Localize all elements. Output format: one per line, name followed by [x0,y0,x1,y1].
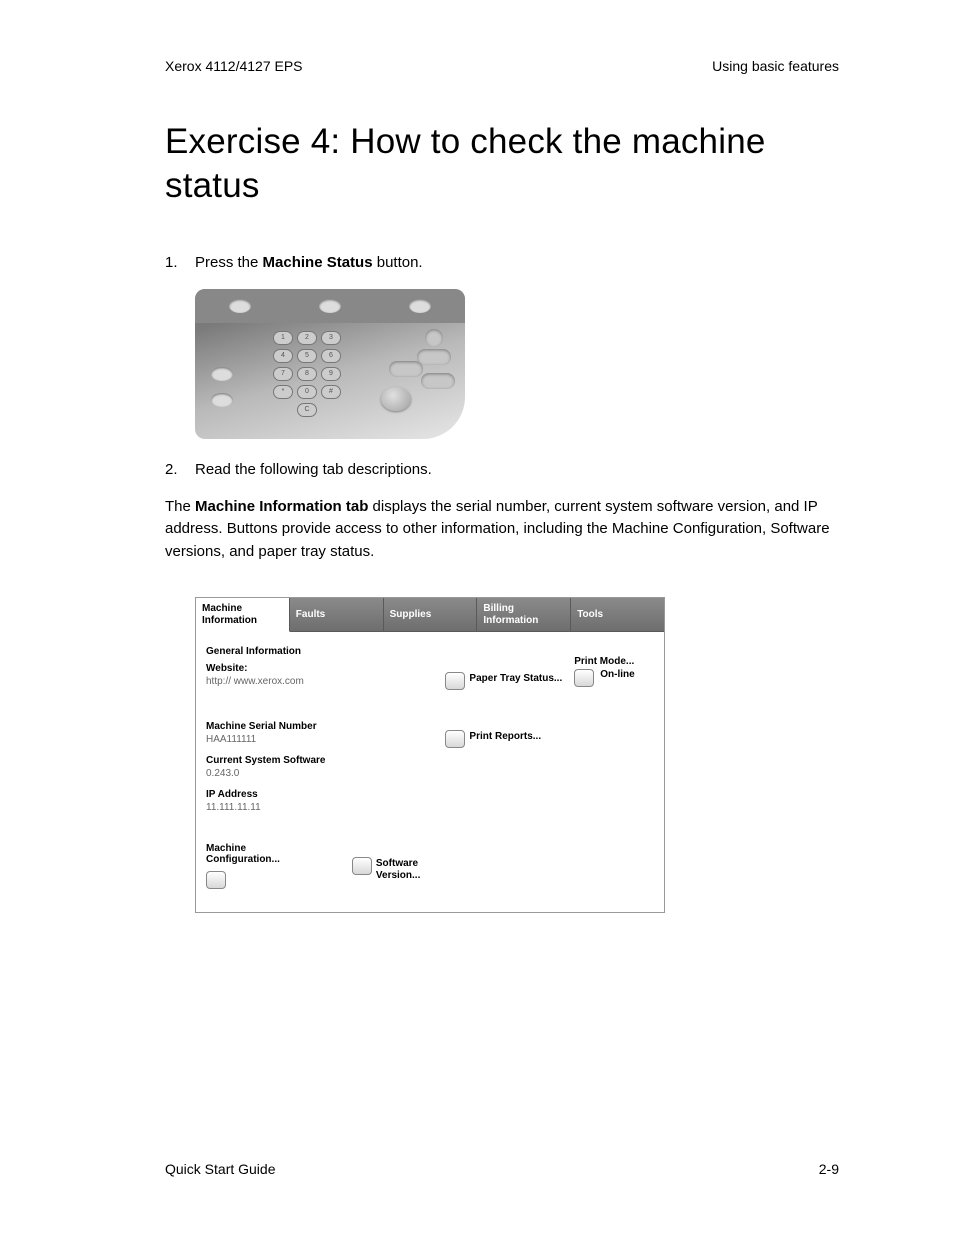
machine-configuration-button[interactable] [206,871,292,889]
step-text: Read the following tab descriptions. [195,459,432,480]
indicator-lamp [409,299,431,313]
footer-page-number: 2-9 [819,1161,839,1177]
serial-number-label: Machine Serial Number [206,721,435,732]
side-button [211,393,233,407]
description-paragraph: The Machine Information tab displays the… [165,496,839,564]
print-mode-section: Print Mode... On-line [574,656,634,687]
key-1: 1 [273,331,293,345]
software-version-label: Software Version... [376,857,436,881]
header-left: Xerox 4112/4127 EPS [165,58,303,74]
oval-button [389,361,423,377]
indicator-lamp [319,299,341,313]
system-software-value: 0.243.0 [206,768,435,779]
numeric-keypad: 1 2 3 4 5 6 7 8 9 * 0 # C [273,331,341,417]
key-4: 4 [273,349,293,363]
key-2: 2 [297,331,317,345]
oval-button [417,349,451,365]
tab-tools[interactable]: Tools [571,598,664,632]
key-star: * [273,385,293,399]
tab-billing-information[interactable]: Billing Information [477,598,571,632]
button-icon [445,672,465,690]
step-number: 1. [165,252,195,273]
key-3: 3 [321,331,341,345]
step-1: 1. Press the Machine Status button. [165,252,839,273]
key-6: 6 [321,349,341,363]
print-reports-label: Print Reports... [469,730,541,743]
key-5: 5 [297,349,317,363]
key-8: 8 [297,367,317,381]
button-icon [574,669,594,687]
side-button [211,367,233,381]
machine-configuration-label: Machine Configuration... [206,843,292,865]
paper-tray-status-button[interactable]: Paper Tray Status... [445,672,562,690]
system-software-label: Current System Software [206,755,435,766]
button-icon [445,730,465,748]
button-icon [352,857,372,875]
para-pre: The [165,498,195,515]
oval-button [421,373,455,389]
button-icon [206,871,226,889]
software-version-button[interactable]: Software Version... [352,857,436,881]
start-button [381,387,411,411]
key-7: 7 [273,367,293,381]
key-0: 0 [297,385,317,399]
machine-status-screenshot: Machine Information Faults Supplies Bill… [195,597,839,913]
key-clear: C [297,403,317,417]
ip-address-value: 11.111.11.11 [206,802,435,813]
control-panel-illustration: 1 2 3 4 5 6 7 8 9 * 0 # C [195,289,839,439]
key-hash: # [321,385,341,399]
tab-faults[interactable]: Faults [290,598,384,632]
serial-number-value: HAA111111 [206,734,435,745]
tab-supplies[interactable]: Supplies [384,598,478,632]
page-title: Exercise 4: How to check the machine sta… [165,120,839,208]
print-reports-button[interactable]: Print Reports... [445,730,654,748]
website-label: Website: [206,663,435,674]
ip-address-label: IP Address [206,789,435,800]
round-button [425,329,443,347]
step-text-bold: Machine Status [263,254,373,271]
general-information-title: General Information [206,646,435,657]
tab-bar: Machine Information Faults Supplies Bill… [196,598,664,632]
step-text-pre: Press the [195,254,263,271]
step-text: Press the Machine Status button. [195,252,423,273]
website-value: http:// www.xerox.com [206,676,435,687]
step-2: 2. Read the following tab descriptions. [165,459,839,480]
tab-machine-information[interactable]: Machine Information [196,598,290,632]
indicator-lamp [229,299,251,313]
print-mode-label: Print Mode... [574,656,634,667]
key-9: 9 [321,367,341,381]
paper-tray-status-label: Paper Tray Status... [469,672,562,685]
footer-left: Quick Start Guide [165,1161,276,1177]
para-bold: Machine Information tab [195,498,368,515]
step-text-post: button. [373,254,423,271]
step-number: 2. [165,459,195,480]
print-mode-button[interactable] [574,669,594,687]
print-mode-value: On-line [600,669,634,680]
header-right: Using basic features [712,58,839,74]
